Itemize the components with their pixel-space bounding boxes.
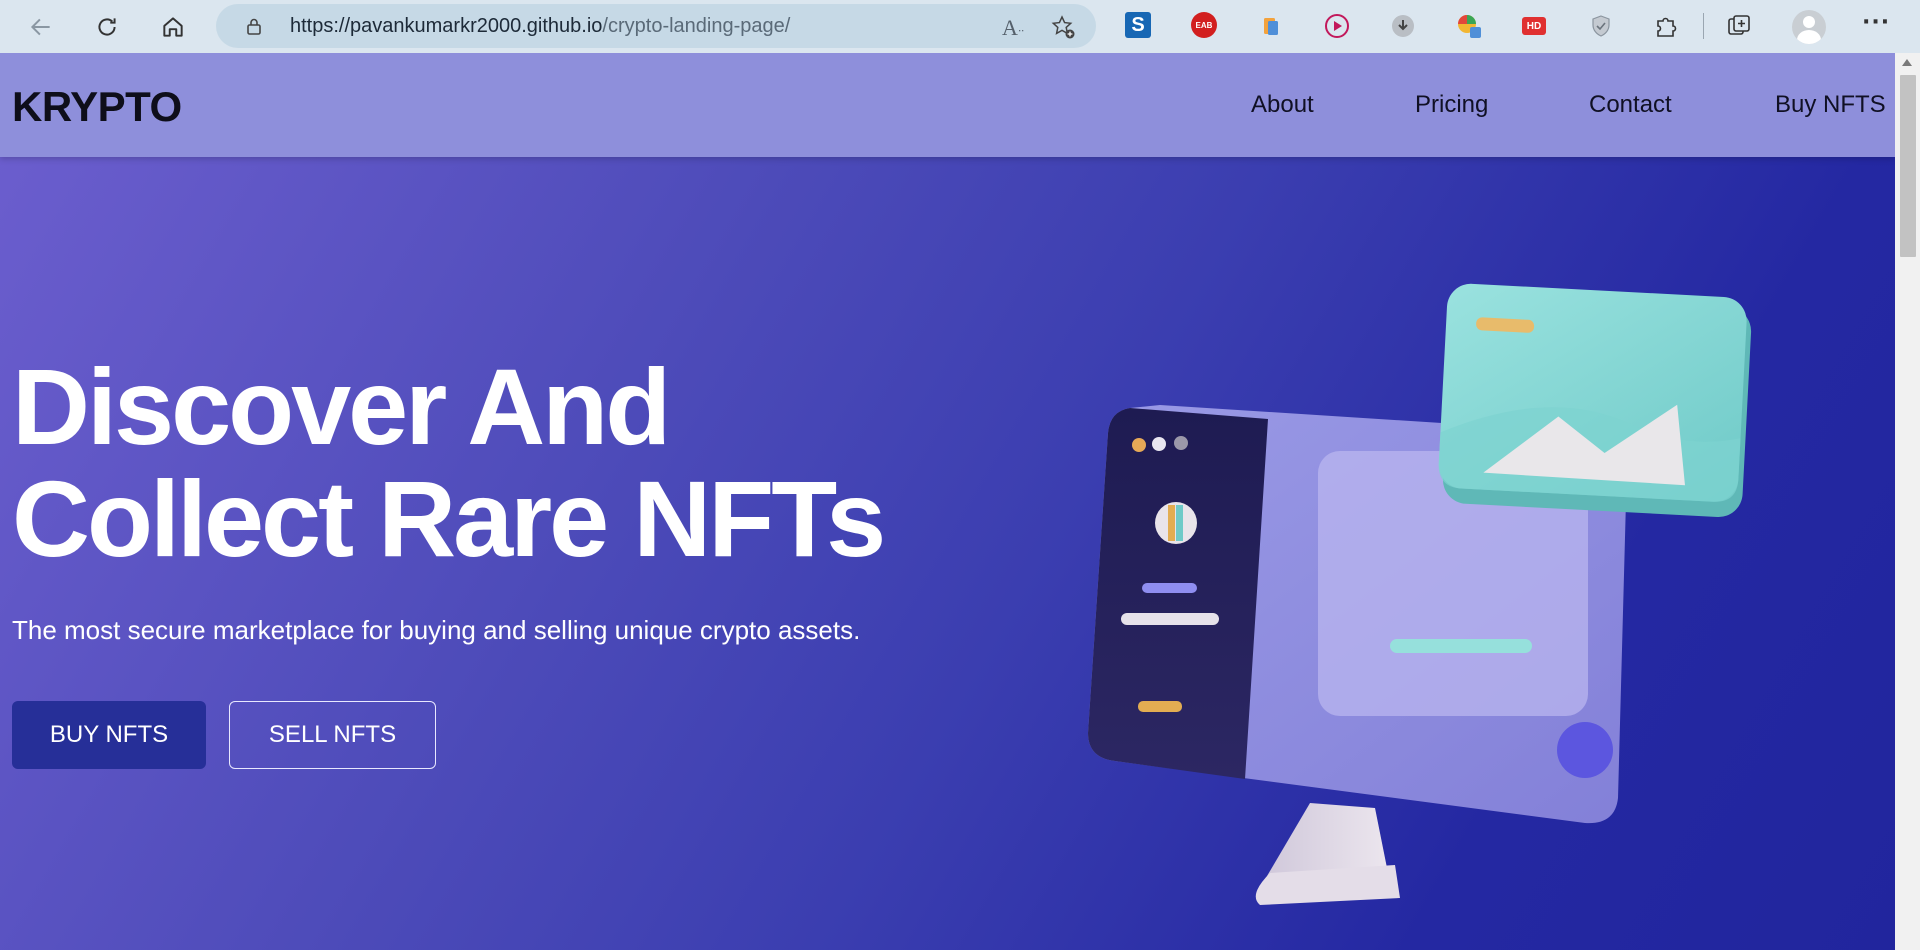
inner-line-teal [1390,639,1532,653]
page-viewport: KRYPTO About Pricing Contact Buy NFTS Di… [0,53,1895,950]
screen-button-dot [1557,722,1613,778]
nft-monitor-illustration [1070,233,1770,933]
url-text[interactable]: https://pavankumarkr2000.github.io/crypt… [290,15,790,38]
browser-toolbar: https://pavankumarkr2000.github.io/crypt… [0,0,1920,53]
sidebar-line-white [1121,613,1219,625]
puzzle-icon [1653,13,1679,39]
address-bar[interactable]: https://pavankumarkr2000.github.io/crypt… [216,4,1096,48]
url-host: https://pavankumarkr2000.github.io [290,15,602,37]
sidebar-line-orange [1138,701,1182,712]
window-dot-white [1152,437,1166,451]
sidebar-line-purple [1142,583,1197,593]
nav-link-about[interactable]: About [1251,91,1314,119]
nav-link-contact[interactable]: Contact [1589,91,1672,119]
toolbar-separator [1703,13,1704,39]
read-aloud-icon[interactable]: Aᐧᐧ [1002,15,1024,41]
lock-icon [244,16,264,36]
buy-nfts-button[interactable]: BUY NFTS [12,701,206,769]
shield-icon [1589,14,1613,38]
add-favorite-icon[interactable] [1050,14,1076,40]
collections-button[interactable] [1725,12,1753,40]
back-button[interactable] [24,10,58,44]
extension-eab-icon[interactable]: EAB [1191,12,1217,38]
home-button[interactable] [156,10,190,44]
extension-download-icon[interactable] [1389,12,1417,40]
scrollbar-thumb[interactable] [1900,75,1916,257]
sell-nfts-button[interactable]: SELL NFTS [229,701,436,769]
window-dot-gray [1174,436,1188,450]
clipboard-icon [1259,14,1283,38]
home-icon [160,14,186,40]
extensions-button[interactable] [1652,12,1680,40]
play-circle-icon [1324,13,1350,39]
extension-s-icon[interactable]: S [1125,12,1151,38]
image-card [1437,283,1753,519]
collections-icon [1726,13,1752,39]
extension-colorful-icon[interactable] [1455,12,1483,40]
scroll-up-arrow-icon[interactable] [1902,59,1912,66]
hero-title: Discover And Collect Rare NFTs [12,351,912,575]
back-arrow-icon [28,14,54,40]
settings-more-button[interactable]: ··· [1862,10,1890,35]
monitor-sidebar [1088,408,1268,779]
site-logo[interactable]: KRYPTO [12,83,182,131]
profile-avatar[interactable] [1792,10,1826,44]
window-dot-orange [1132,438,1146,452]
extension-copy-icon[interactable] [1257,12,1285,40]
hero-title-line-1: Discover And [12,346,668,467]
hero-subtitle: The most secure marketplace for buying a… [12,615,860,646]
site-header: KRYPTO About Pricing Contact Buy NFTS [0,53,1895,157]
hero-title-line-2: Collect Rare NFTs [12,458,883,579]
refresh-button[interactable] [90,10,124,44]
nav-link-buy-nfts[interactable]: Buy NFTS [1775,91,1886,119]
extension-hd-icon[interactable]: HD [1522,17,1546,35]
url-path: /crypto-landing-page/ [602,15,790,37]
extension-play-icon[interactable] [1323,12,1351,40]
color-wheel-icon [1456,13,1482,39]
refresh-icon [94,14,120,40]
page-scrollbar[interactable] [1895,53,1920,950]
extension-shield-icon[interactable] [1587,12,1615,40]
nav-link-pricing[interactable]: Pricing [1415,91,1488,119]
download-circle-icon [1390,13,1416,39]
